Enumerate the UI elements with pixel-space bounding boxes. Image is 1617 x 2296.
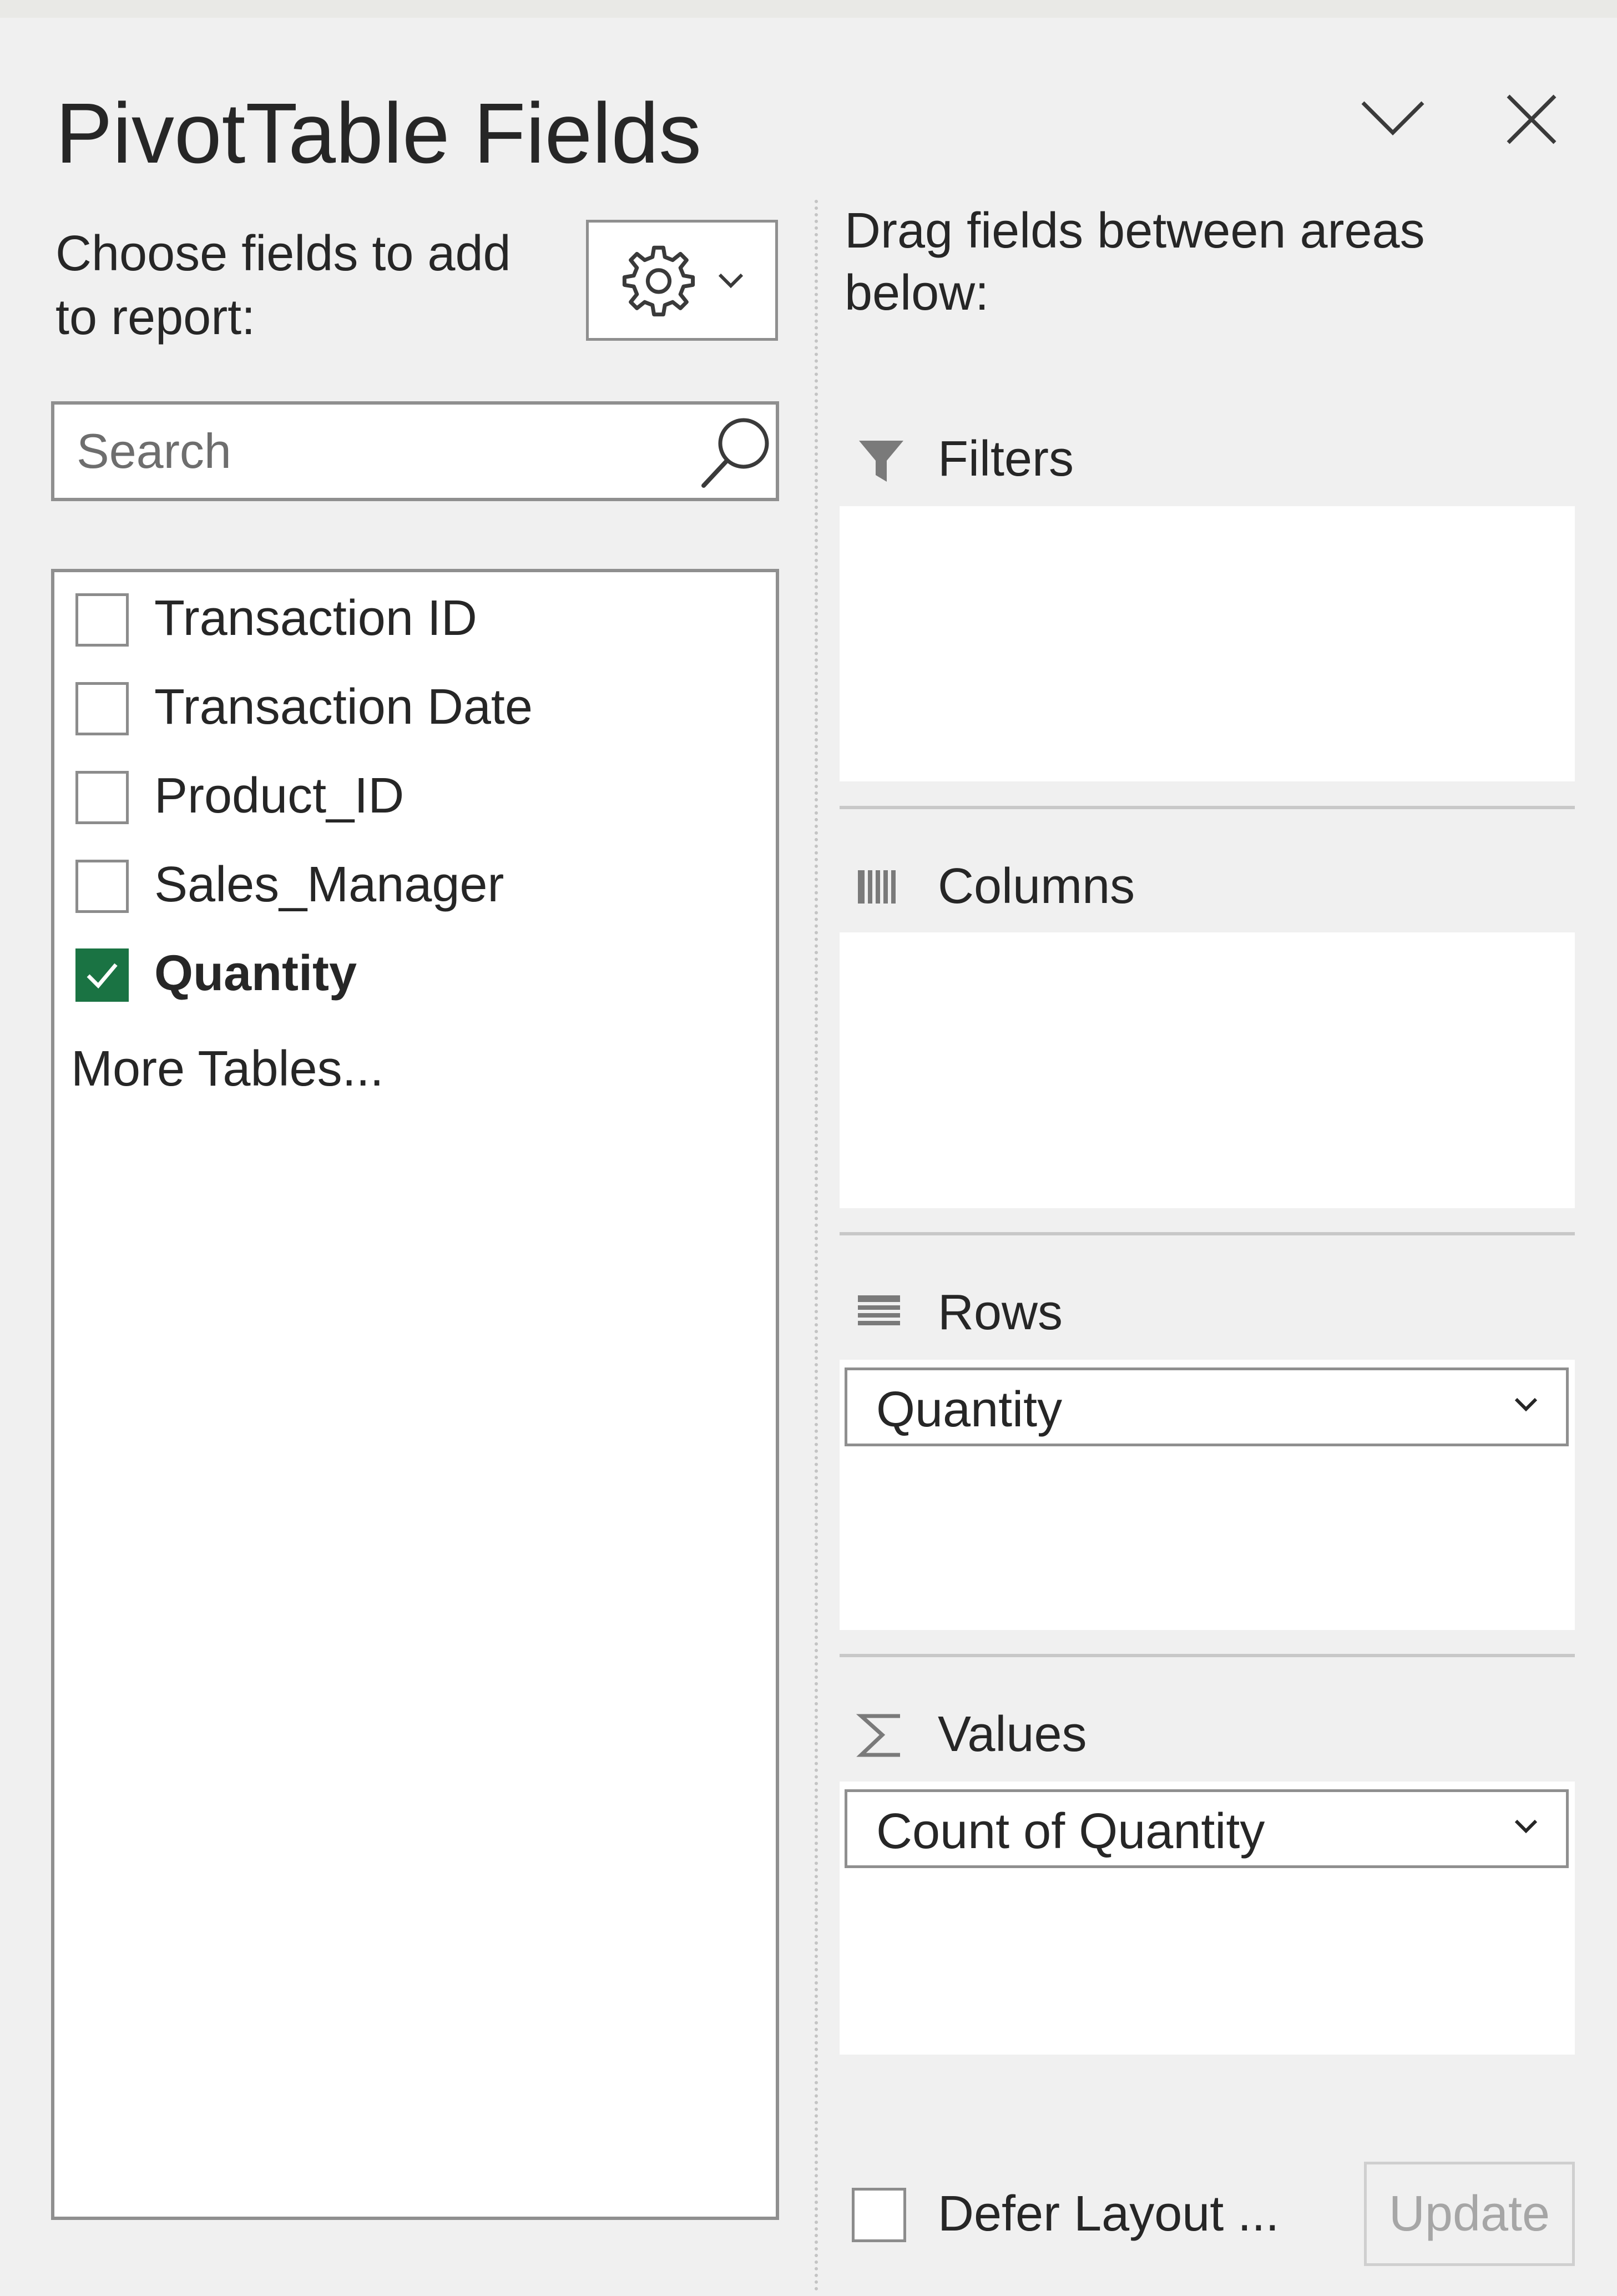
panel-title: PivotTable Fields — [55, 85, 702, 181]
rows-label: Rows — [938, 1285, 1063, 1340]
field-item-transaction-date[interactable]: Transaction Date — [54, 667, 770, 750]
field-list: Transaction ID Transaction Date Product_… — [51, 569, 779, 2220]
close-button[interactable] — [1493, 80, 1570, 158]
pane-divider — [815, 200, 818, 2292]
rows-icon — [858, 1295, 900, 1325]
rows-field-label: Quantity — [876, 1382, 1063, 1437]
filter-icon — [859, 441, 903, 482]
field-item-transaction-id[interactable]: Transaction ID — [54, 578, 770, 661]
checkmark-icon — [87, 963, 118, 989]
chevron-down-icon — [1361, 101, 1424, 135]
field-label: Product_ID — [154, 768, 405, 824]
columns-area-header: Columns — [855, 850, 1565, 922]
field-label: Quantity — [154, 946, 357, 1001]
choose-fields-label: Choose fields to add to report: — [55, 226, 511, 345]
values-field-label: Count of Quantity — [876, 1804, 1265, 1859]
update-button[interactable]: Update — [1364, 2162, 1575, 2266]
rows-field-quantity[interactable]: Quantity — [845, 1367, 1569, 1446]
window-top-edge — [0, 0, 1617, 18]
field-checkbox[interactable] — [75, 771, 129, 824]
field-item-product-id[interactable]: Product_ID — [54, 755, 770, 839]
field-label: Transaction Date — [154, 679, 533, 735]
values-area-header: Values — [855, 1698, 1565, 1770]
columns-icon — [858, 870, 896, 904]
field-checkbox[interactable] — [75, 682, 129, 735]
filters-drop-area[interactable] — [840, 506, 1575, 781]
defer-layout-checkbox[interactable] — [852, 2188, 906, 2242]
filters-area-header: Filters — [855, 423, 1565, 495]
columns-drop-area[interactable] — [840, 932, 1575, 1208]
chevron-down-icon[interactable] — [1514, 1396, 1538, 1412]
filters-label: Filters — [938, 431, 1074, 487]
chevron-down-icon — [718, 273, 744, 289]
area-separator — [840, 806, 1575, 809]
area-separator — [840, 1232, 1575, 1235]
field-label: Transaction ID — [154, 591, 477, 646]
search-button[interactable] — [698, 412, 776, 493]
search-box — [51, 401, 779, 501]
field-label: Sales_Manager — [154, 857, 504, 912]
task-pane-options-button[interactable] — [1354, 80, 1432, 158]
defer-layout-label[interactable]: Defer Layout ... — [938, 2183, 1279, 2244]
gear-icon — [622, 245, 695, 317]
field-item-sales-manager[interactable]: Sales_Manager — [54, 844, 770, 927]
close-icon — [1507, 94, 1557, 144]
more-tables-link[interactable]: More Tables... — [71, 1038, 384, 1099]
values-label: Values — [938, 1707, 1087, 1762]
chevron-down-icon[interactable] — [1514, 1818, 1538, 1834]
search-input[interactable] — [77, 416, 676, 487]
search-icon — [701, 418, 769, 488]
drag-fields-label: Drag fields between areas below: — [845, 203, 1425, 321]
values-field-count-of-quantity[interactable]: Count of Quantity — [845, 1789, 1569, 1868]
field-checkbox-checked[interactable] — [75, 948, 129, 1002]
field-checkbox[interactable] — [75, 593, 129, 647]
sigma-icon — [856, 1714, 900, 1757]
columns-label: Columns — [938, 859, 1135, 914]
tools-button[interactable] — [586, 220, 778, 341]
area-separator — [840, 1654, 1575, 1657]
rows-area-header: Rows — [855, 1276, 1565, 1349]
field-item-quantity[interactable]: Quantity — [54, 933, 770, 1016]
field-checkbox[interactable] — [75, 860, 129, 913]
